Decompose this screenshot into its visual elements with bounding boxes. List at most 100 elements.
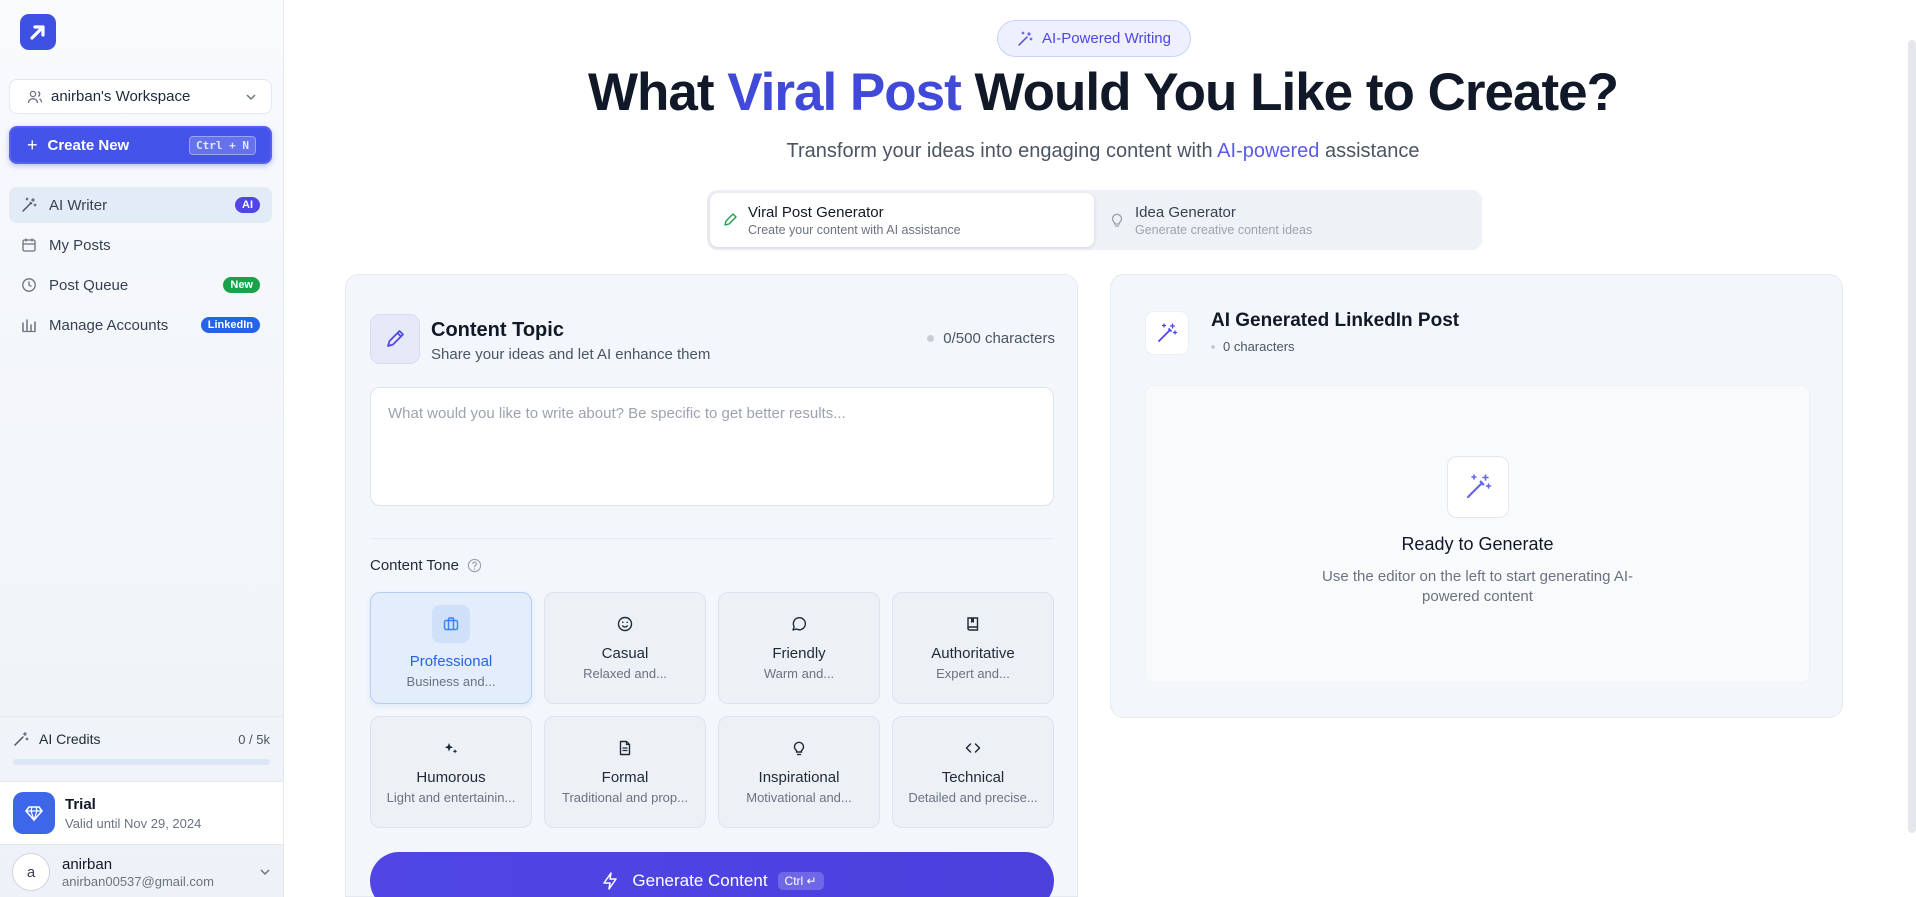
plus-icon: + <box>27 134 38 155</box>
sidebar-item-label: Post Queue <box>49 276 129 294</box>
mode-tabs: Viral Post Generator Create your content… <box>707 190 1482 250</box>
sidebar-item-label: AI Writer <box>49 196 108 214</box>
ai-credits-panel: AI Credits 0 / 5k <box>0 716 283 780</box>
calendar-icon <box>22 238 36 252</box>
sidebar: anirban's Workspace + Create New Ctrl + … <box>0 0 284 897</box>
tone-name: Casual <box>601 645 649 662</box>
tab-viral-post-generator[interactable]: Viral Post Generator Create your content… <box>710 193 1094 247</box>
credits-progress-bar <box>13 759 270 765</box>
generate-label: Generate Content <box>632 871 768 890</box>
tone-name: Technical <box>941 769 1005 786</box>
sidebar-item-my-posts[interactable]: My Posts <box>9 227 272 263</box>
smile-icon <box>617 616 633 632</box>
code-icon <box>965 743 981 753</box>
tone-casual[interactable]: Casual Relaxed and... <box>544 592 706 704</box>
app-logo[interactable] <box>20 14 56 50</box>
ai-badge: AI <box>235 197 260 213</box>
char-counter: 0/500 characters <box>927 330 1055 347</box>
tab-title: Idea Generator <box>1135 203 1236 221</box>
tone-friendly[interactable]: Friendly Warm and... <box>718 592 880 704</box>
scrollbar[interactable] <box>1908 40 1916 833</box>
new-badge: New <box>223 277 260 293</box>
tone-formal[interactable]: Formal Traditional and prop... <box>544 716 706 828</box>
tone-technical[interactable]: Technical Detailed and precise... <box>892 716 1054 828</box>
divider <box>370 538 1054 539</box>
tone-professional[interactable]: Professional Business and... <box>370 592 532 704</box>
tone-label-text: Content Tone <box>370 557 459 574</box>
tone-humorous[interactable]: Humorous Light and entertainin... <box>370 716 532 828</box>
title-part: What <box>588 63 728 122</box>
subtitle-part: assistance <box>1319 140 1420 162</box>
tone-name: Friendly <box>772 645 826 662</box>
create-new-button[interactable]: + Create New Ctrl + N <box>9 126 272 164</box>
tone-name: Inspirational <box>758 769 840 786</box>
magic-wand-icon <box>14 731 29 746</box>
help-icon[interactable] <box>467 558 482 573</box>
topic-input[interactable] <box>370 387 1054 506</box>
sidebar-item-label: Manage Accounts <box>49 316 169 334</box>
sidebar-item-ai-writer[interactable]: AI Writer AI <box>9 187 272 223</box>
status-dot <box>927 335 935 342</box>
user-email: anirban00537@gmail.com <box>62 873 214 889</box>
char-count-text: 0/500 characters <box>943 330 1055 347</box>
magic-wand-icon <box>22 197 37 212</box>
tone-desc: Relaxed and... <box>583 666 667 681</box>
ready-description: Use the editor on the left to start gene… <box>1321 568 1633 605</box>
user-menu[interactable]: a anirban anirban00537@gmail.com <box>0 847 283 897</box>
tone-desc: Business and... <box>406 674 496 689</box>
magic-wand-icon <box>1446 456 1509 518</box>
sparkles-icon <box>444 743 458 754</box>
chevron-down-icon <box>260 869 270 876</box>
sidebar-item-post-queue[interactable]: Post Queue New <box>9 267 272 303</box>
lightbulb-icon <box>1111 213 1123 227</box>
workspace-selector[interactable]: anirban's Workspace <box>9 79 272 114</box>
editor-title: Content Topic <box>431 319 564 341</box>
tone-name: Authoritative <box>931 645 1015 662</box>
ready-title: Ready to Generate <box>1401 534 1554 554</box>
output-chars-text: 0 characters <box>1223 339 1295 354</box>
subtitle-highlight: AI-powered <box>1217 140 1320 162</box>
tone-desc: Light and entertainin... <box>386 790 516 805</box>
tone-desc: Motivational and... <box>746 790 852 805</box>
pencil-icon <box>724 213 737 226</box>
sidebar-item-manage-accounts[interactable]: Manage Accounts LinkedIn <box>9 307 272 343</box>
create-shortcut: Ctrl + N <box>189 135 256 155</box>
accounts-icon <box>22 319 36 333</box>
diamond-icon <box>13 792 55 834</box>
tone-desc: Expert and... <box>936 666 1010 681</box>
tab-idea-generator[interactable]: Idea Generator Generate creative content… <box>1097 193 1477 247</box>
generate-content-button[interactable]: Generate Content Ctrl ↵ <box>370 852 1054 897</box>
create-new-label: Create New <box>47 136 130 154</box>
credits-label: AI Credits <box>39 731 101 747</box>
pencil-icon <box>370 314 420 364</box>
title-highlight: Viral Post <box>727 63 962 122</box>
lightning-icon <box>603 872 618 890</box>
output-char-count: 0 characters <box>1211 339 1295 354</box>
ai-powered-chip: AI-Powered Writing <box>997 20 1191 57</box>
output-title: AI Generated LinkedIn Post <box>1211 310 1460 331</box>
tone-authoritative[interactable]: Authoritative Expert and... <box>892 592 1054 704</box>
page-subtitle: Transform your ideas into engaging conte… <box>290 140 1916 163</box>
tone-desc: Detailed and precise... <box>908 790 1038 805</box>
magic-wand-icon <box>1145 311 1189 355</box>
tone-name: Humorous <box>416 769 486 786</box>
editor-subtitle: Share your ideas and let AI enhance them <box>431 346 711 363</box>
document-icon <box>619 740 631 756</box>
plan-name: Trial <box>65 795 96 813</box>
workspace-name: anirban's Workspace <box>51 88 191 105</box>
plan-card[interactable]: Trial Valid until Nov 29, 2024 <box>0 781 283 845</box>
tone-name: Formal <box>601 769 649 786</box>
linkedin-badge: LinkedIn <box>200 317 260 333</box>
chevron-down-icon <box>246 93 256 100</box>
title-part: Would You Like to Create? <box>960 63 1619 122</box>
tab-title: Viral Post Generator <box>748 203 884 221</box>
page-title: What Viral Post Would You Like to Create… <box>290 62 1916 123</box>
tone-desc: Traditional and prop... <box>562 790 688 805</box>
tone-desc: Warm and... <box>763 666 835 681</box>
output-placeholder: Ready to Generate Use the editor on the … <box>1145 385 1810 683</box>
sidebar-item-label: My Posts <box>49 236 111 254</box>
briefcase-icon <box>443 617 459 631</box>
tone-name: Professional <box>409 653 493 670</box>
tone-inspirational[interactable]: Inspirational Motivational and... <box>718 716 880 828</box>
credits-value: 0 / 5k <box>238 731 270 747</box>
